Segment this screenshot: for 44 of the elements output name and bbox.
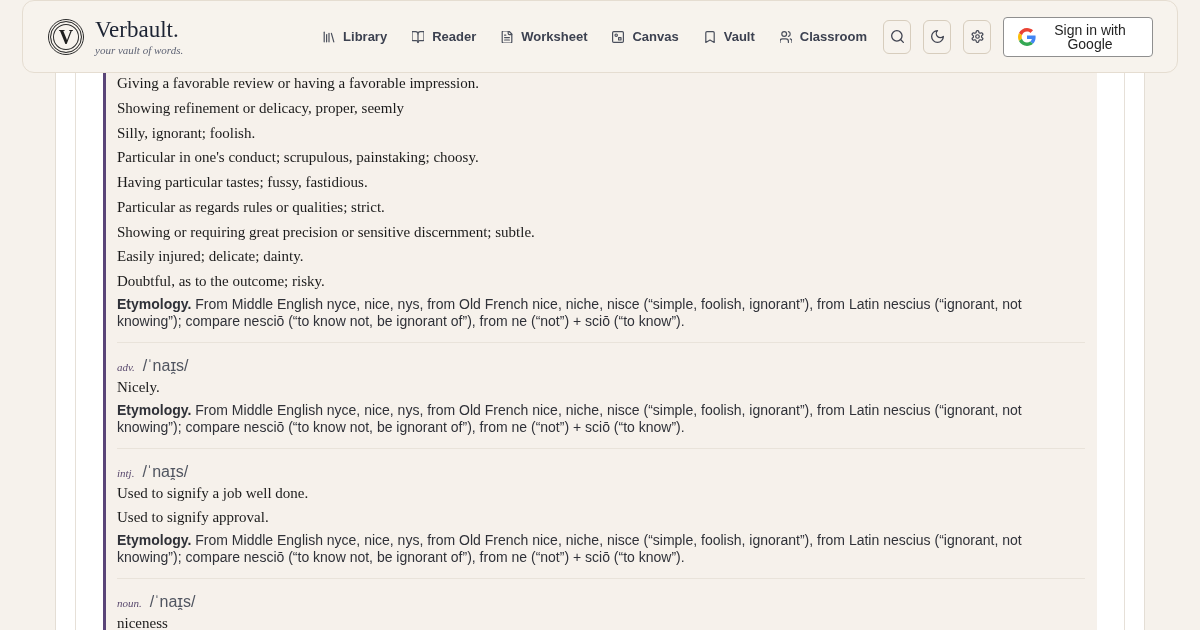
definition-text: niceness (117, 614, 169, 630)
definition-text: Particular as regards rules or qualities; strict. (117, 197, 386, 217)
pronunciation-text: /ˈnaɪ̯s/ (149, 592, 196, 612)
square-shapes-icon (612, 30, 625, 43)
part-of-speech-label: adv. (117, 359, 135, 375)
people-icon (779, 30, 792, 43)
google-sign-in-button[interactable]: Sign in with Google (1003, 16, 1153, 57)
theme-toggle-button[interactable] (923, 19, 951, 54)
brand-name: Verbault. (95, 16, 180, 43)
definition-text: Having particular tastes; fussy, fastidious. (117, 173, 369, 192)
google-g-icon (1018, 27, 1036, 46)
nav-link[interactable]: Vault (703, 29, 755, 44)
brand-tagline: your vault of words. (95, 42, 184, 57)
etymology-text: Etymology. From Middle English nyce, nice, nys, from Old French nice, niche, nisce (“simple, foolish, ignorant”), from Latin nescius (“ignorant, not knowing”); compare nesciō (“to know not, be ignorant of”), from ne (“not”) + sciō (“to know”). (117, 532, 1023, 566)
etymology-text: Etymology. From Middle English nyce, nice, nys, from Old French nice, niche, nisce (“simple, foolish, ignorant”), from Latin nescius (“ignorant, not knowing”); compare nesciō (“to know not, be ignorant of”), from ne (“not”) + sciō (“to know”). (117, 401, 1023, 436)
definition-text: Particular in one's conduct; scrupulous, painstaking; choosy. (117, 148, 480, 168)
pronunciation-text: /ˈnaɪ̯s/ (142, 461, 189, 482)
part-of-speech-label: intj. (117, 465, 135, 481)
nav-link[interactable]: Worksheet (501, 29, 588, 44)
definition-text: Used to signify approval. (117, 508, 270, 528)
bookmark-icon (703, 30, 716, 43)
open-book-icon (412, 30, 425, 43)
moon-icon (930, 30, 944, 43)
document-icon (501, 30, 514, 43)
definition-text: Giving a favorable review or having a favorable impression. (117, 74, 480, 93)
search-button[interactable] (883, 19, 911, 54)
definition-text: Used to signify a job well done. (117, 483, 310, 503)
definition-text: Easily injured; delicate; dainty. (117, 247, 305, 267)
definition-text: Doubtful, as to the outcome; risky. (117, 272, 326, 291)
nav-link[interactable]: Classroom (779, 29, 867, 44)
settings-icon (970, 30, 984, 43)
etymology-text: Etymology. From Middle English nyce, nice, nys, from Old French nice, niche, nisce (“simple, foolish, ignorant”), from Latin nescius (“ignorant, not knowing”); compare nesciō (“to know not, be ignorant of”), from ne (“not”) + sciō (“to know”). (117, 295, 1023, 330)
definition-text: Showing refinement or delicacy, proper, seemly (117, 98, 406, 118)
nav-link[interactable]: Reader (412, 29, 477, 44)
pronunciation-text: /ˈnaɪ̯s/ (142, 355, 189, 376)
settings-button[interactable] (963, 19, 991, 54)
definition-text: Showing or requiring great precision or sensitive discernment; subtle. (117, 222, 536, 242)
definition-text: Nicely. (117, 377, 161, 397)
search-icon (890, 30, 904, 43)
part-of-speech-label: noun. (117, 596, 142, 611)
definition-text: Silly, ignorant; foolish. (117, 123, 257, 143)
nav-link[interactable]: Library (323, 29, 388, 44)
nav-link[interactable]: Canvas (612, 29, 679, 44)
books-icon (323, 30, 336, 43)
